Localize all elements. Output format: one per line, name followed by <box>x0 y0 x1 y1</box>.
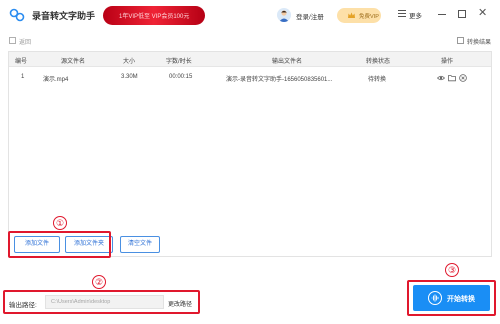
header-status: 转换状态 <box>366 59 391 65</box>
clear-files-button[interactable]: 清空文件 <box>120 236 160 253</box>
maximize-icon[interactable] <box>458 10 466 18</box>
crown-icon <box>348 12 355 18</box>
change-path-button[interactable]: 更改路径 <box>168 299 192 308</box>
row-status: 待转换 <box>368 77 387 83</box>
close-icon[interactable]: ✕ <box>478 7 487 19</box>
more-menu[interactable]: 更多 <box>409 10 422 20</box>
vip-label: 免费VIP <box>359 14 379 20</box>
waveform-icon <box>428 291 442 305</box>
highlight-box-add <box>8 231 111 258</box>
callout-one: ① <box>53 216 67 230</box>
app-logo-icon <box>9 8 25 22</box>
avatar[interactable] <box>277 8 291 22</box>
header-actions: 操作 <box>441 59 454 65</box>
back-button[interactable]: 返回 <box>19 37 31 46</box>
preview-eye-icon[interactable] <box>437 74 445 82</box>
output-path-field[interactable]: C:\Users\Admin\desktop <box>45 295 164 309</box>
delete-icon[interactable] <box>459 74 467 82</box>
callout-two: ② <box>92 275 106 289</box>
login-register-link[interactable]: 登录/注册 <box>296 11 324 21</box>
open-folder-icon[interactable] <box>448 74 456 82</box>
app-title: 录音转文字助手 <box>32 11 96 21</box>
menu-icon[interactable] <box>398 10 406 17</box>
row-size: 3.30M <box>121 74 138 80</box>
row-duration: 00:00:15 <box>169 74 193 80</box>
row-output: 演示-录音转文字助手-1656050835601... <box>226 77 333 83</box>
title-bar: 录音转文字助手 1年VIP低至 VIP会员100元 登录/注册 免费VIP 更多… <box>0 0 500 30</box>
output-path-value: C:\Users\Admin\desktop <box>51 299 111 305</box>
output-path-label: 输出路径: <box>9 302 37 309</box>
back-icon[interactable] <box>9 37 16 44</box>
start-conversion-label: 开始转换 <box>447 296 475 303</box>
promo-text: 1年VIP低至 VIP会员100元 <box>119 14 190 20</box>
start-conversion-button[interactable]: 开始转换 <box>413 285 490 311</box>
user-avatar-icon <box>279 10 289 22</box>
conversion-result-link[interactable]: 转换结果 <box>467 37 491 46</box>
row-index: 1 <box>21 74 25 80</box>
header-index: 编号 <box>15 59 28 65</box>
file-table-panel: 编号 源文件名 大小 字数/时长 输出文件名 转换状态 操作 1 演示.mp4 … <box>8 51 492 257</box>
header-duration: 字数/时长 <box>166 59 192 65</box>
header-source: 源文件名 <box>61 59 86 65</box>
header-output: 输出文件名 <box>272 59 303 65</box>
vip-button[interactable]: 免费VIP <box>337 8 381 23</box>
header-size: 大小 <box>123 59 136 65</box>
promo-banner[interactable]: 1年VIP低至 VIP会员100元 <box>103 6 205 25</box>
callout-three: ③ <box>445 263 459 277</box>
minimize-icon[interactable] <box>438 14 446 15</box>
table-header: 编号 源文件名 大小 字数/时长 输出文件名 转换状态 操作 <box>9 52 491 67</box>
row-source: 演示.mp4 <box>43 77 69 83</box>
result-checkbox-icon[interactable] <box>457 37 464 44</box>
